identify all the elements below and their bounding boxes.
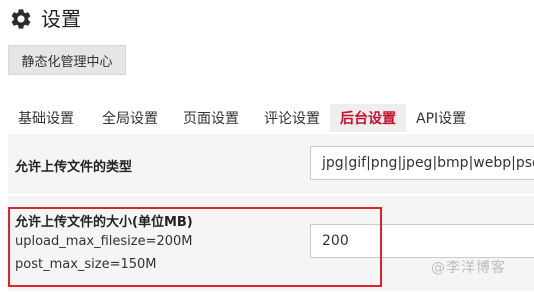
tab-basic[interactable]: 基础设置	[8, 104, 84, 132]
tab-comments[interactable]: 评论设置	[254, 104, 330, 132]
page-header: 设置	[9, 6, 81, 32]
tab-api[interactable]: API设置	[406, 104, 476, 132]
tab-backend[interactable]: 后台设置	[330, 104, 406, 132]
allowed-types-row: 允许上传文件的类型 jpg|gif|png|jpeg|bmp|webp|psd|…	[8, 134, 534, 194]
settings-tabs: 基础设置 全局设置 页面设置 评论设置 后台设置 API设置	[8, 104, 476, 132]
allowed-types-input[interactable]: jpg|gif|png|jpeg|bmp|webp|psd|wmv	[310, 146, 534, 180]
tab-page[interactable]: 页面设置	[173, 104, 249, 132]
allowed-types-label: 允许上传文件的类型	[15, 160, 133, 175]
gear-icon	[11, 9, 31, 29]
watermark: @李洋博客	[431, 260, 506, 276]
static-center-button[interactable]: 静态化管理中心	[8, 45, 126, 75]
tab-global[interactable]: 全局设置	[92, 104, 168, 132]
red-highlight-box	[8, 207, 382, 287]
page-title: 设置	[41, 7, 81, 31]
